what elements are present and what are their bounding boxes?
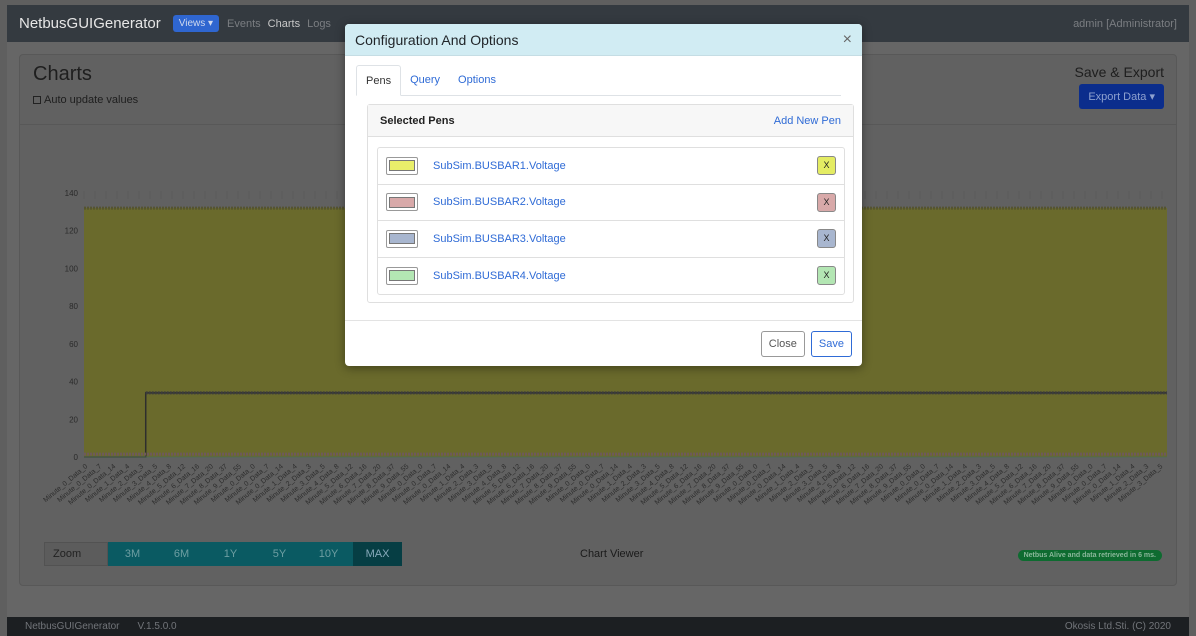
footer-app-name: NetbusGUIGenerator xyxy=(25,621,120,632)
y-tick-label: 120 xyxy=(65,227,79,236)
y-tick-label: 20 xyxy=(69,415,78,424)
y-tick-label: 80 xyxy=(69,302,78,311)
pen-name-link[interactable]: SubSim.BUSBAR2.Voltage xyxy=(433,196,566,208)
auto-update-checkbox[interactable] xyxy=(33,96,41,104)
selected-pens-title: Selected Pens xyxy=(380,114,455,127)
remove-pen-button[interactable]: X xyxy=(817,192,836,212)
page-title: Charts xyxy=(33,63,92,85)
selected-pens-header: Selected Pens Add New Pen xyxy=(368,105,853,137)
app-brand[interactable]: NetbusGUIGenerator xyxy=(19,15,161,32)
modal-tabs: Pens Query Options xyxy=(356,65,841,96)
modal-title: Configuration And Options xyxy=(355,31,519,48)
add-new-pen-link[interactable]: Add New Pen xyxy=(774,115,841,127)
tab-options[interactable]: Options xyxy=(449,65,505,95)
pen-row: SubSim.BUSBAR2.Voltage X xyxy=(378,185,844,221)
zoom-10y-button[interactable]: 10Y xyxy=(304,542,353,566)
zoom-6m-button[interactable]: 6M xyxy=(157,542,206,566)
modal-body: Pens Query Options Selected Pens Add New… xyxy=(345,56,862,321)
zoom-max-button[interactable]: MAX xyxy=(353,542,402,566)
pen-row: SubSim.BUSBAR1.Voltage X xyxy=(378,148,844,185)
y-tick-label: 40 xyxy=(69,378,78,387)
modal-header: Configuration And Options × xyxy=(345,24,862,56)
nav-link-charts[interactable]: Charts xyxy=(268,18,300,30)
pen-row: SubSim.BUSBAR4.Voltage X xyxy=(378,258,844,295)
y-tick-label: 0 xyxy=(74,453,79,462)
pen-list: SubSim.BUSBAR1.Voltage X SubSim.BUSBAR2.… xyxy=(377,147,845,295)
pen-color-picker[interactable] xyxy=(386,229,418,248)
zoom-3m-button[interactable]: 3M xyxy=(108,542,157,566)
footer-copyright: Okosis Ltd.Sti. (C) 2020 xyxy=(1064,621,1171,632)
tab-query[interactable]: Query xyxy=(401,65,449,95)
save-button[interactable]: Save xyxy=(810,330,852,357)
remove-pen-button[interactable]: X xyxy=(817,266,836,286)
pen-color-swatch xyxy=(389,270,415,282)
export-data-button[interactable]: Export Data ▾ xyxy=(1079,84,1164,109)
pen-name-link[interactable]: SubSim.BUSBAR4.Voltage xyxy=(433,270,566,282)
tab-pens[interactable]: Pens xyxy=(356,65,402,96)
modal-footer: Close Save xyxy=(345,321,862,366)
nav-link-events[interactable]: Events xyxy=(227,18,261,30)
auto-update-label: Auto update values xyxy=(44,94,139,106)
pen-color-picker[interactable] xyxy=(386,156,418,175)
zoom-label: Zoom xyxy=(44,542,108,566)
pen-color-picker[interactable] xyxy=(386,266,418,285)
pen-color-swatch xyxy=(389,196,415,208)
close-button[interactable]: Close xyxy=(760,330,805,357)
configuration-modal: Configuration And Options × Pens Query O… xyxy=(345,24,862,366)
pen-row: SubSim.BUSBAR3.Voltage X xyxy=(378,221,844,258)
nav-link-logs[interactable]: Logs xyxy=(307,18,331,30)
pen-color-swatch xyxy=(389,233,415,245)
y-tick-label: 100 xyxy=(65,264,79,273)
auto-update-toggle[interactable]: Auto update values xyxy=(33,94,138,106)
pen-color-picker[interactable] xyxy=(386,193,418,212)
save-export-heading: Save & Export xyxy=(1074,64,1165,80)
pen-color-swatch xyxy=(389,160,415,172)
chart-viewer-label: Chart Viewer xyxy=(580,548,644,560)
pen-name-link[interactable]: SubSim.BUSBAR1.Voltage xyxy=(433,160,566,172)
footer: NetbusGUIGenerator V.1.5.0.0 Okosis Ltd.… xyxy=(7,617,1189,636)
status-badge: Netbus Alive and data retrieved in 6 ms. xyxy=(1017,550,1162,561)
remove-pen-button[interactable]: X xyxy=(817,156,836,176)
y-tick-label: 140 xyxy=(65,189,79,198)
remove-pen-button[interactable]: X xyxy=(817,229,836,249)
y-tick-label: 60 xyxy=(69,340,78,349)
pen-name-link[interactable]: SubSim.BUSBAR3.Voltage xyxy=(433,233,566,245)
footer-version: V.1.5.0.0 xyxy=(137,621,177,632)
user-menu[interactable]: admin [Administrator] xyxy=(1073,18,1177,30)
views-dropdown-button[interactable]: Views ▾ xyxy=(172,15,220,32)
zoom-1y-button[interactable]: 1Y xyxy=(206,542,255,566)
zoom-bar: Zoom 3M 6M 1Y 5Y 10Y MAX xyxy=(44,542,402,566)
zoom-5y-button[interactable]: 5Y xyxy=(255,542,304,566)
selected-pens-card: Selected Pens Add New Pen SubSim.BUSBAR1… xyxy=(367,104,854,303)
close-icon[interactable]: × xyxy=(843,31,852,49)
